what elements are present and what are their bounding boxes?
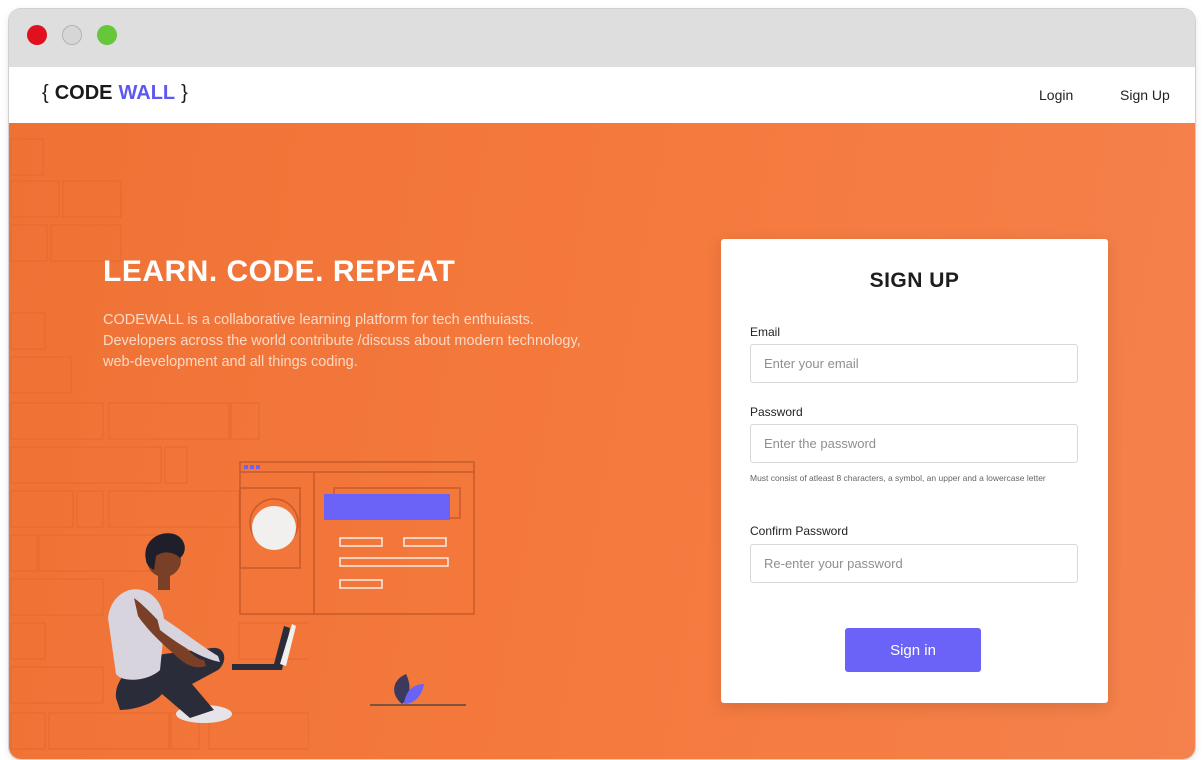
password-hint: Must consist of atleast 8 characters, a …: [750, 473, 1046, 483]
password-input[interactable]: [750, 424, 1078, 463]
hero-headline: LEARN. CODE. REPEAT: [103, 255, 456, 288]
email-label: Email: [750, 325, 781, 339]
logo-word-code: CODE: [54, 82, 113, 104]
minimize-dot-icon[interactable]: [62, 25, 82, 45]
logo-close-brace: }: [181, 82, 188, 104]
hero-section: LEARN. CODE. REPEAT CODEWALL is a collab…: [9, 123, 1195, 759]
logo-open-brace: {: [42, 82, 49, 104]
developer-laptop-illustration: [108, 461, 475, 723]
email-input[interactable]: [750, 344, 1078, 383]
password-label: Password: [750, 405, 803, 419]
nav-login-link[interactable]: Login: [1039, 87, 1073, 103]
hero-tagline: CODEWALL is a collaborative learning pla…: [103, 312, 581, 370]
sign-in-button[interactable]: Sign in: [845, 628, 981, 672]
confirm-password-label: Confirm Password: [750, 524, 849, 538]
browser-window: {CODE WALL} Login Sign Up LEARN. CODE. R…: [9, 9, 1195, 759]
signup-card: SIGN UP Email Password Must consist of a…: [721, 239, 1108, 703]
site-navbar: {CODE WALL} Login Sign Up: [9, 67, 1195, 123]
logo-word-wall: WALL: [118, 82, 176, 104]
confirm-password-input[interactable]: [750, 544, 1078, 583]
site-logo[interactable]: {CODE WALL}: [42, 82, 188, 105]
close-dot-icon[interactable]: [27, 25, 47, 45]
window-titlebar: [9, 9, 1195, 67]
signup-title: SIGN UP: [869, 269, 960, 292]
maximize-dot-icon[interactable]: [97, 25, 117, 45]
nav-signup-link[interactable]: Sign Up: [1120, 87, 1170, 103]
